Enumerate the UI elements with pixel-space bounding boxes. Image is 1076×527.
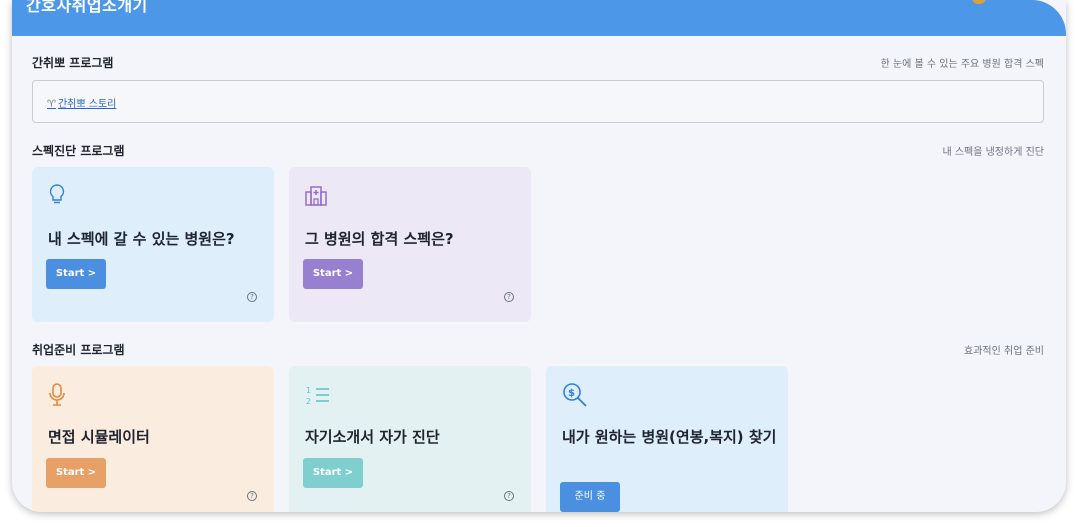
svg-text:$: $: [568, 388, 575, 399]
card-title: 면접 시뮬레이터: [48, 428, 150, 446]
top-bar: 간호사취업소개기: [12, 0, 1066, 36]
card-title: 그 병원의 합격 스펙은?: [305, 230, 454, 248]
card-cover-letter[interactable]: 1 2 자기소개서 자가 진단 Start > ?: [289, 366, 531, 512]
start-button[interactable]: Start >: [303, 259, 363, 289]
section-subtitle-diagnosis: 내 스펙을 냉정하게 진단: [942, 147, 1044, 158]
card-hospital-spec[interactable]: 그 병원의 합격 스펙은? Start > ?: [289, 167, 531, 322]
coming-soon-button[interactable]: 준비 중: [560, 482, 620, 512]
hospital-icon: [305, 186, 327, 206]
microphone-icon: [49, 383, 65, 406]
help-icon[interactable]: ?: [247, 292, 257, 302]
app-window: 간호사취업소개기 간취뽀 프로그램 한 눈에 볼 수 있는 주요 병원 합격 스…: [12, 0, 1066, 512]
start-button[interactable]: Start >: [303, 458, 363, 488]
app-title: 간호사취업소개기: [26, 0, 148, 15]
numbered-list-icon: 1 2: [306, 386, 329, 406]
start-button[interactable]: Start >: [46, 458, 106, 488]
start-button[interactable]: Start >: [46, 259, 106, 289]
section-subtitle-story: 한 눈에 볼 수 있는 주요 병원 합격 스펙: [880, 59, 1044, 70]
story-link-label: 간취뽀 스토리: [57, 99, 117, 110]
svg-text:2: 2: [306, 397, 311, 406]
help-icon[interactable]: ?: [247, 491, 257, 501]
card-title: 내가 원하는 병원(연봉,복지) 찾기: [562, 428, 777, 446]
card-title: 내 스펙에 갈 수 있는 병원은?: [48, 230, 235, 248]
story-link[interactable]: ♈ 간취뽀 스토리: [47, 95, 116, 110]
story-box: ♈ 간취뽀 스토리: [32, 80, 1044, 123]
card-hospital-match[interactable]: 내 스펙에 갈 수 있는 병원은? Start > ?: [32, 167, 274, 322]
lightbulb-icon: [49, 184, 65, 204]
help-icon[interactable]: ?: [504, 292, 514, 302]
svg-text:1: 1: [306, 386, 311, 395]
card-hospital-search[interactable]: $ 내가 원하는 병원(연봉,복지) 찾기 준비 중: [546, 366, 788, 512]
money-search-icon: $: [563, 383, 587, 407]
section-title-diagnosis: 스펙진단 프로그램: [32, 144, 125, 158]
sprout-icon: ♈: [47, 99, 56, 110]
user-icon[interactable]: [972, 0, 986, 4]
section-subtitle-prep: 효과적인 취업 준비: [964, 346, 1044, 357]
help-icon[interactable]: ?: [504, 491, 514, 501]
section-title-prep: 취업준비 프로그램: [32, 343, 125, 357]
card-title: 자기소개서 자가 진단: [305, 428, 440, 446]
card-interview[interactable]: 면접 시뮬레이터 Start > ?: [32, 366, 274, 512]
section-title-story: 간취뽀 프로그램: [32, 56, 114, 70]
